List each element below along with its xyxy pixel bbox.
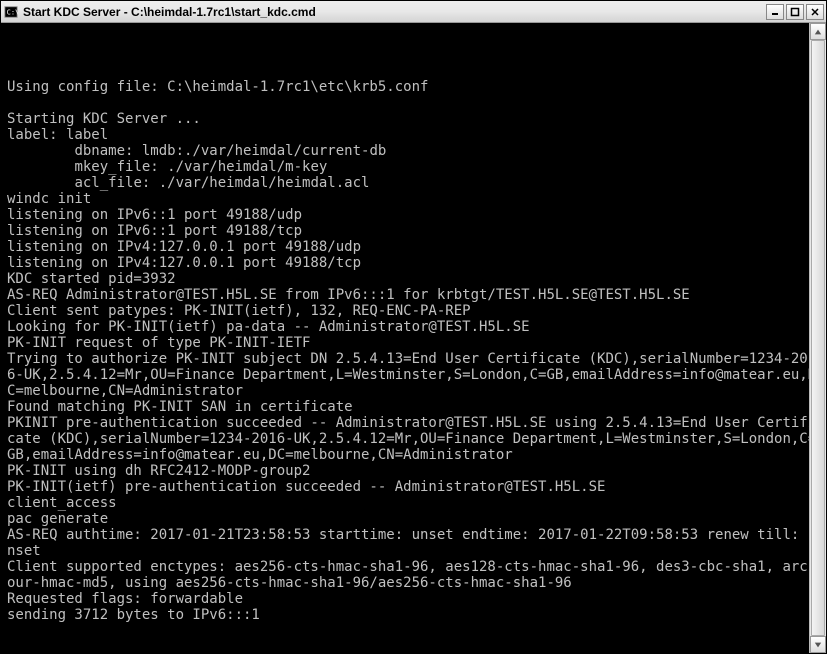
cmd-icon: C:\ bbox=[3, 4, 19, 20]
terminal-line: listening on IPv4:127.0.0.1 port 49188/t… bbox=[7, 255, 822, 271]
minimize-button[interactable] bbox=[766, 4, 784, 20]
terminal-line: sending 3712 bytes to IPv6:::1 bbox=[7, 607, 822, 623]
terminal-line: Requested flags: forwardable bbox=[7, 591, 822, 607]
terminal-output[interactable]: Using config file: C:\heimdal-1.7rc1\etc… bbox=[1, 23, 826, 653]
terminal-line: acl_file: ./var/heimdal/heimdal.acl bbox=[7, 175, 822, 191]
titlebar[interactable]: C:\ Start KDC Server - C:\heimdal-1.7rc1… bbox=[1, 1, 826, 23]
terminal-line: KDC started pid=3932 bbox=[7, 271, 822, 287]
window-title: Start KDC Server - C:\heimdal-1.7rc1\sta… bbox=[23, 5, 766, 19]
terminal-line: PKINIT pre-authentication succeeded -- A… bbox=[7, 415, 822, 463]
scroll-track[interactable] bbox=[810, 40, 826, 636]
terminal-line: PK-INIT(ietf) pre-authentication succeed… bbox=[7, 479, 822, 495]
terminal-line: Starting KDC Server ... bbox=[7, 111, 822, 127]
terminal-line: listening on IPv6::1 port 49188/udp bbox=[7, 207, 822, 223]
terminal-line: Client sent patypes: PK-INIT(ietf), 132,… bbox=[7, 303, 822, 319]
terminal-line: Found matching PK-INIT SAN in certificat… bbox=[7, 399, 822, 415]
scroll-down-button[interactable] bbox=[810, 636, 826, 653]
console-window: C:\ Start KDC Server - C:\heimdal-1.7rc1… bbox=[0, 0, 827, 654]
terminal-line: client_access bbox=[7, 495, 822, 511]
terminal-line: Using config file: C:\heimdal-1.7rc1\etc… bbox=[7, 79, 822, 95]
terminal-line: dbname: lmdb:./var/heimdal/current-db bbox=[7, 143, 822, 159]
terminal-line: Client supported enctypes: aes256-cts-hm… bbox=[7, 559, 822, 591]
terminal-line: AS-REQ authtime: 2017-01-21T23:58:53 sta… bbox=[7, 527, 822, 559]
terminal-line: mkey_file: ./var/heimdal/m-key bbox=[7, 159, 822, 175]
terminal-line: AS-REQ Administrator@TEST.H5L.SE from IP… bbox=[7, 287, 822, 303]
close-button[interactable] bbox=[806, 4, 824, 20]
scroll-up-button[interactable] bbox=[810, 23, 826, 40]
scroll-thumb[interactable] bbox=[811, 40, 825, 636]
terminal-line: label: label bbox=[7, 127, 822, 143]
terminal-line bbox=[7, 63, 822, 79]
terminal-line: PK-INIT request of type PK-INIT-IETF bbox=[7, 335, 822, 351]
terminal-line: Looking for PK-INIT(ietf) pa-data -- Adm… bbox=[7, 319, 822, 335]
terminal-line: windc init bbox=[7, 191, 822, 207]
terminal-line: PK-INIT using dh RFC2412-MODP-group2 bbox=[7, 463, 822, 479]
terminal-line: listening on IPv6::1 port 49188/tcp bbox=[7, 223, 822, 239]
window-buttons bbox=[766, 4, 824, 20]
terminal-line bbox=[7, 95, 822, 111]
terminal-line: pac generate bbox=[7, 511, 822, 527]
terminal-line: listening on IPv4:127.0.0.1 port 49188/u… bbox=[7, 239, 822, 255]
svg-text:C:\: C:\ bbox=[7, 8, 18, 16]
scrollbar[interactable] bbox=[809, 23, 826, 653]
terminal-line: Trying to authorize PK-INIT subject DN 2… bbox=[7, 351, 822, 399]
maximize-button[interactable] bbox=[786, 4, 804, 20]
